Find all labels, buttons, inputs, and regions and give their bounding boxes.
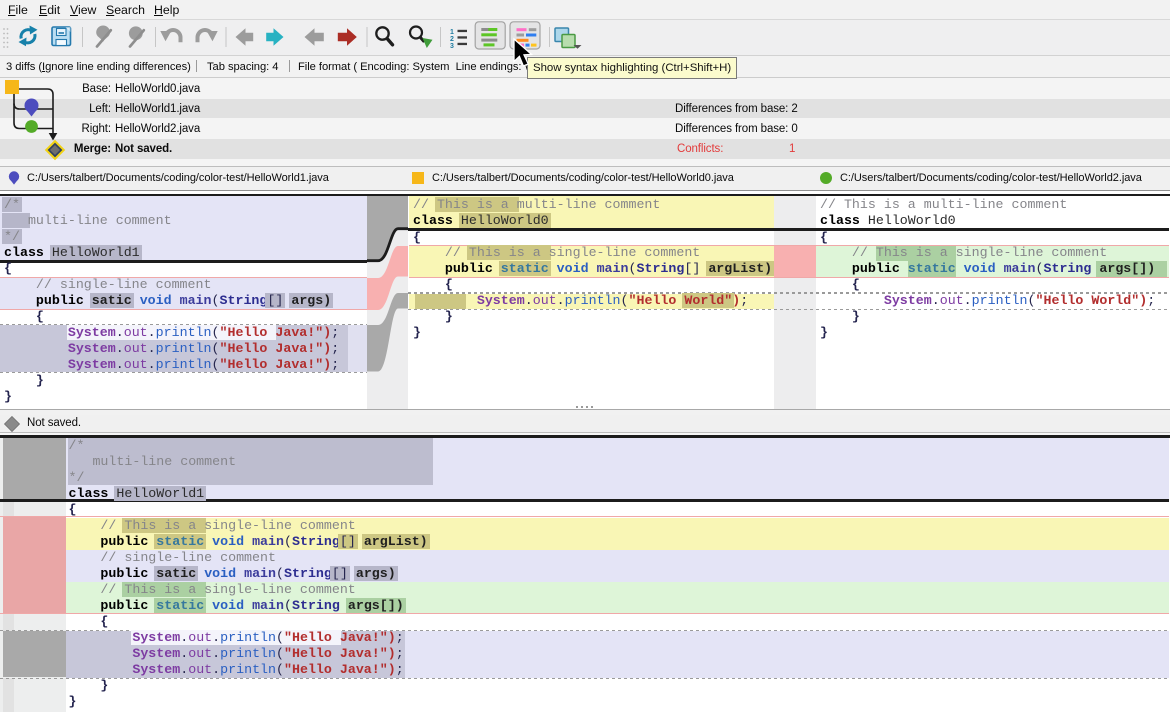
svg-text:3: 3 — [450, 43, 454, 50]
svg-text:2: 2 — [450, 36, 454, 43]
svg-text:1: 1 — [450, 29, 454, 36]
